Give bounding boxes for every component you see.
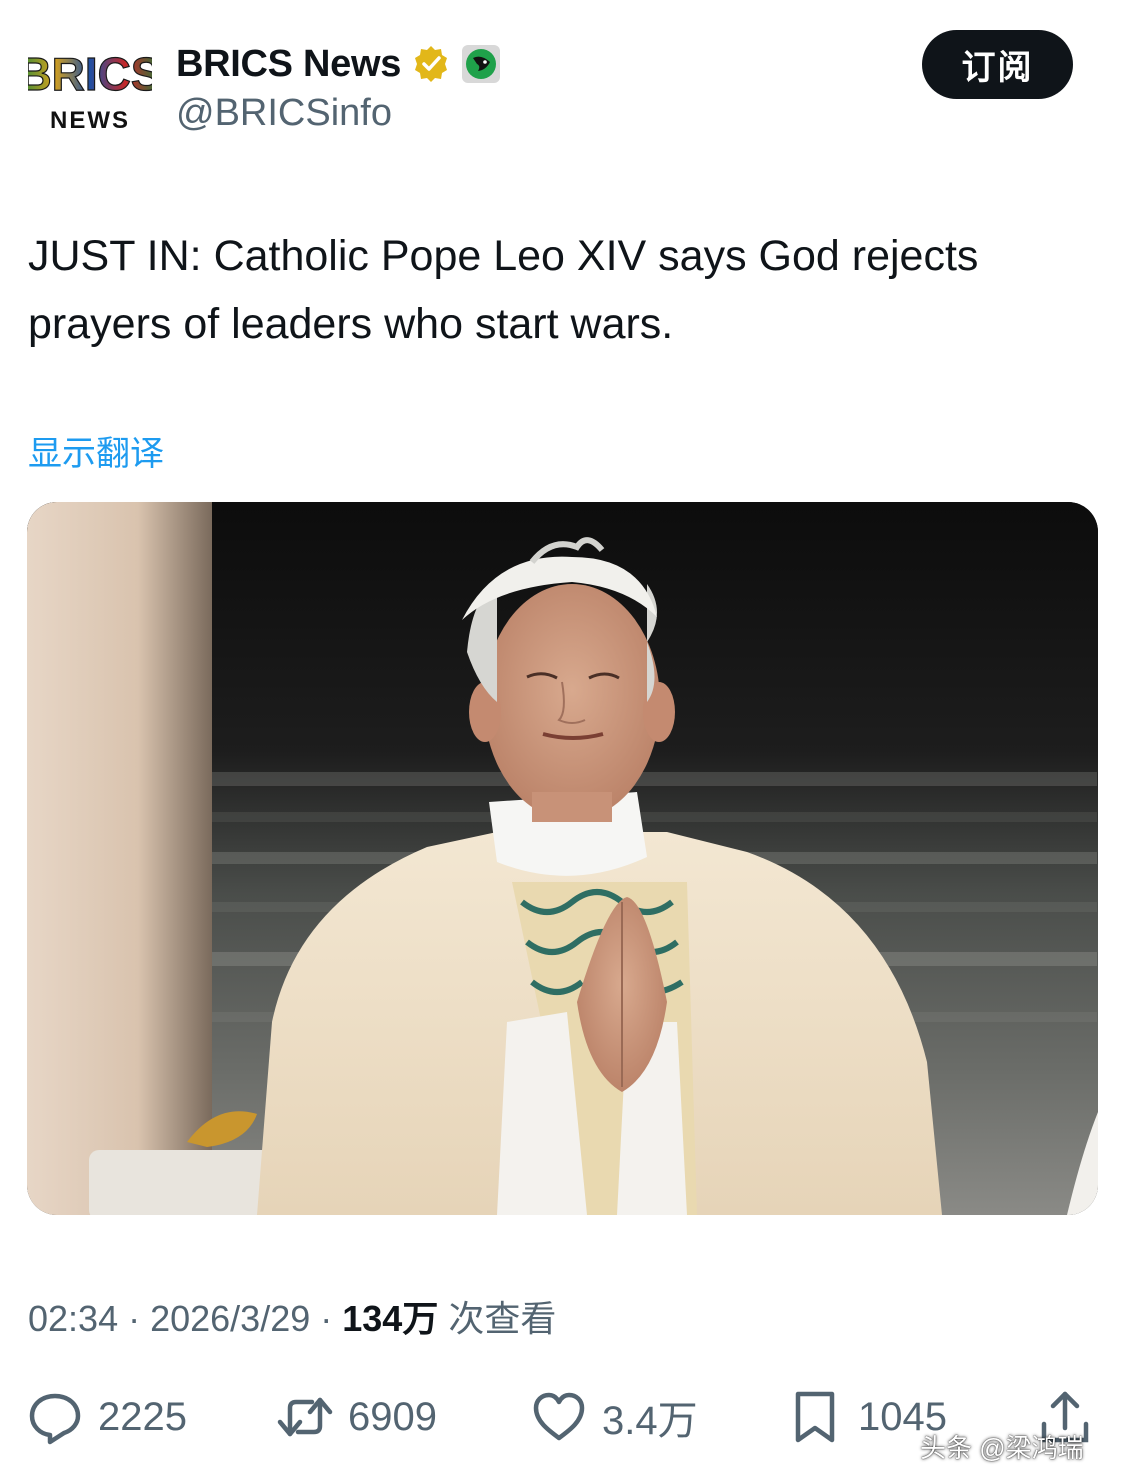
pope-photo-illustration [27, 502, 1098, 1215]
like-count: 3.4万 [602, 1399, 698, 1443]
post-date[interactable]: 2026/3/29 [150, 1298, 310, 1339]
account-handle[interactable]: @BRICSinfo [176, 92, 392, 135]
heart-icon [533, 1392, 585, 1441]
post-meta: 02:34 · 2026/3/29 · 134万 次查看 [28, 1290, 556, 1342]
retweet-count: 6909 [348, 1394, 437, 1439]
post-text: JUST IN: Catholic Pope Leo XIV says God … [28, 232, 979, 348]
views-count: 134万 [342, 1298, 439, 1339]
views-label: 次查看 [438, 1298, 557, 1339]
post-time[interactable]: 02:34 [28, 1298, 118, 1339]
post-image[interactable] [27, 502, 1098, 1215]
display-name[interactable]: BRICS News [176, 43, 401, 86]
retweet-button[interactable]: 6909 [276, 1387, 437, 1447]
show-translation-link[interactable]: 显示翻译 [28, 426, 164, 475]
bookmark-icon [795, 1391, 835, 1443]
avatar-logo-top: BRICS [28, 48, 152, 100]
reply-count: 2225 [98, 1394, 187, 1439]
meta-separator: · [310, 1298, 343, 1339]
reply-icon [29, 1393, 81, 1445]
avatar-logo-bottom: NEWS [50, 107, 130, 134]
reply-button[interactable]: 2225 [26, 1387, 187, 1447]
meta-separator: · [118, 1298, 151, 1339]
account-avatar[interactable]: BRICS NEWS [18, 47, 162, 138]
watermark: 头条 @梁鸿瑞 [920, 1433, 1084, 1463]
verified-badge-icon[interactable] [411, 44, 451, 84]
name-row: BRICS News [176, 40, 501, 88]
like-button[interactable]: 3.4万 [530, 1387, 698, 1447]
subscribe-button[interactable]: 订阅 [922, 30, 1073, 99]
affiliate-grok-icon[interactable] [461, 44, 501, 84]
retweet-icon [277, 1397, 333, 1437]
brics-news-logo: BRICS NEWS [18, 47, 162, 134]
